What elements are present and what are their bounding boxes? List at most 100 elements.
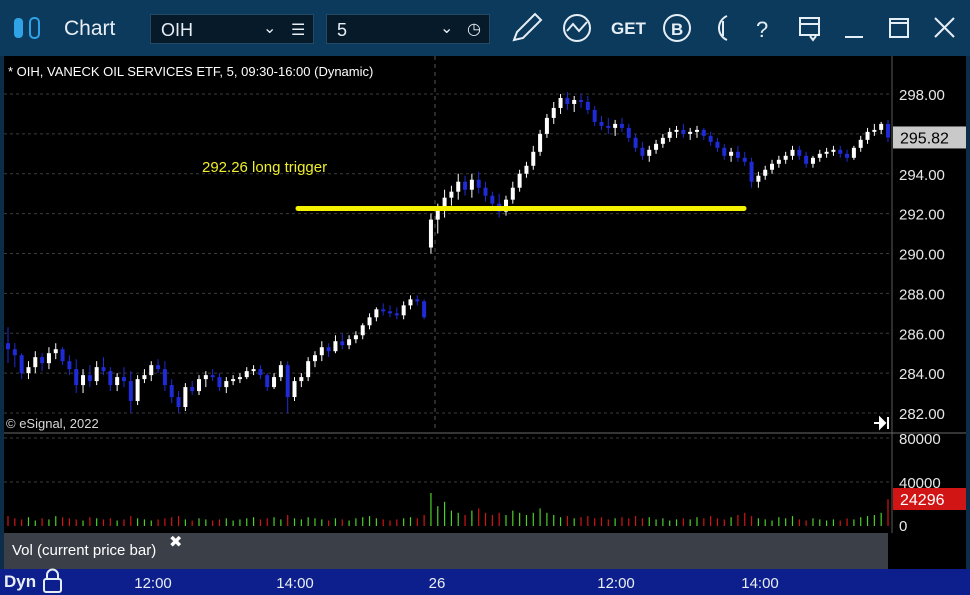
candle-body bbox=[585, 101, 590, 110]
candle-body bbox=[46, 353, 51, 364]
candle-body bbox=[879, 123, 884, 130]
time-tick-label: 12:00 bbox=[597, 575, 635, 592]
candle-body bbox=[94, 367, 99, 382]
candle-body bbox=[640, 147, 645, 156]
candle-body bbox=[224, 381, 229, 388]
candle-body bbox=[197, 379, 202, 392]
candle-body bbox=[483, 187, 488, 196]
candle-body bbox=[783, 155, 788, 160]
candle-body bbox=[169, 385, 174, 398]
candle-body bbox=[824, 151, 829, 154]
candle-body bbox=[272, 377, 277, 388]
candle-body bbox=[633, 137, 638, 148]
volume-tick-label: 80000 bbox=[899, 431, 941, 448]
candle-body bbox=[756, 175, 761, 182]
candle-body bbox=[810, 157, 815, 164]
candle-body bbox=[333, 341, 338, 352]
candle-body bbox=[203, 375, 208, 380]
candle-body bbox=[87, 375, 92, 382]
candle-body bbox=[115, 377, 120, 386]
chart-header: * OIH, VANECK OIL SERVICES ETF, 5, 09:30… bbox=[8, 64, 373, 79]
price-tick-label: 284.00 bbox=[899, 366, 945, 383]
candle-body bbox=[476, 179, 481, 188]
time-tick-label: 14:00 bbox=[741, 575, 779, 592]
price-tick-label: 294.00 bbox=[899, 167, 945, 184]
candle-body bbox=[660, 137, 665, 144]
price-tick-label: 290.00 bbox=[899, 247, 945, 264]
scroll-right-icon[interactable] bbox=[874, 415, 889, 431]
candle-body bbox=[428, 219, 433, 248]
candle-body bbox=[353, 335, 358, 340]
candle-body bbox=[121, 377, 126, 382]
candle-body bbox=[701, 129, 706, 136]
time-tick-label: 12:00 bbox=[134, 575, 172, 592]
candle-body bbox=[817, 153, 822, 158]
trigger-annotation[interactable]: 292.26 long trigger bbox=[202, 159, 327, 176]
candle-body bbox=[408, 299, 413, 306]
candle-body bbox=[749, 161, 754, 182]
candle-body bbox=[74, 369, 79, 386]
close-study-icon[interactable]: ✖ bbox=[169, 532, 182, 552]
candle-body bbox=[19, 355, 24, 374]
candle-body bbox=[278, 365, 283, 378]
candle-body bbox=[374, 309, 379, 318]
candle-body bbox=[340, 341, 345, 346]
candle-body bbox=[770, 163, 775, 170]
candle-body bbox=[456, 181, 461, 192]
price-tick-label: 298.00 bbox=[899, 87, 945, 104]
candle-body bbox=[415, 299, 420, 302]
candle-body bbox=[217, 377, 222, 388]
candle-body bbox=[135, 379, 140, 402]
candle-body bbox=[572, 99, 577, 104]
candle-body bbox=[708, 135, 713, 142]
candle-body bbox=[531, 151, 536, 166]
candle-body bbox=[797, 149, 802, 156]
candle-body bbox=[463, 181, 468, 190]
dynamic-mode-label[interactable]: Dyn bbox=[4, 572, 36, 592]
candle-body bbox=[558, 97, 563, 108]
candle-body bbox=[367, 317, 372, 326]
candle-body bbox=[524, 165, 529, 174]
candle-body bbox=[258, 369, 263, 376]
candle-body bbox=[742, 157, 747, 162]
price-tick-label: 282.00 bbox=[899, 406, 945, 423]
candle-body bbox=[886, 123, 890, 138]
candle-body bbox=[763, 169, 768, 176]
candle-body bbox=[613, 123, 618, 128]
candle-body bbox=[544, 117, 549, 134]
candle-body bbox=[845, 153, 850, 158]
candle-body bbox=[538, 133, 543, 152]
volume-study-label[interactable]: Vol (current price bar) bbox=[12, 542, 156, 559]
candle-body bbox=[490, 195, 495, 204]
candle-body bbox=[694, 129, 699, 132]
candle-body bbox=[388, 311, 393, 314]
candle-body bbox=[101, 367, 106, 372]
candle-body bbox=[804, 155, 809, 164]
candle-body bbox=[619, 123, 624, 128]
candle-body bbox=[176, 397, 181, 408]
candle-body bbox=[312, 355, 317, 362]
candle-body bbox=[551, 107, 556, 118]
price-tick-label: 292.00 bbox=[899, 207, 945, 224]
candle-body bbox=[347, 339, 352, 346]
candle-body bbox=[654, 143, 659, 150]
candle-body bbox=[688, 131, 693, 134]
candle-body bbox=[149, 365, 154, 376]
candle-body bbox=[510, 187, 515, 200]
candle-body bbox=[231, 379, 236, 382]
price-tick-label: 288.00 bbox=[899, 286, 945, 303]
candle-body bbox=[33, 357, 38, 368]
candle-body bbox=[865, 131, 870, 140]
candle-body bbox=[681, 129, 686, 134]
candle-body bbox=[735, 151, 740, 158]
candle-body bbox=[26, 367, 31, 374]
time-tick-label: 26 bbox=[428, 575, 446, 592]
chart-canvas[interactable]: 298.00296.00294.00292.00290.00288.00286.… bbox=[0, 0, 970, 595]
candle-body bbox=[299, 377, 304, 382]
candle-body bbox=[360, 325, 365, 336]
candle-body bbox=[722, 147, 727, 156]
candle-body bbox=[626, 127, 631, 138]
candle-body bbox=[579, 99, 584, 102]
last-volume-label: 24296 bbox=[900, 492, 945, 509]
candle-body bbox=[401, 305, 406, 316]
